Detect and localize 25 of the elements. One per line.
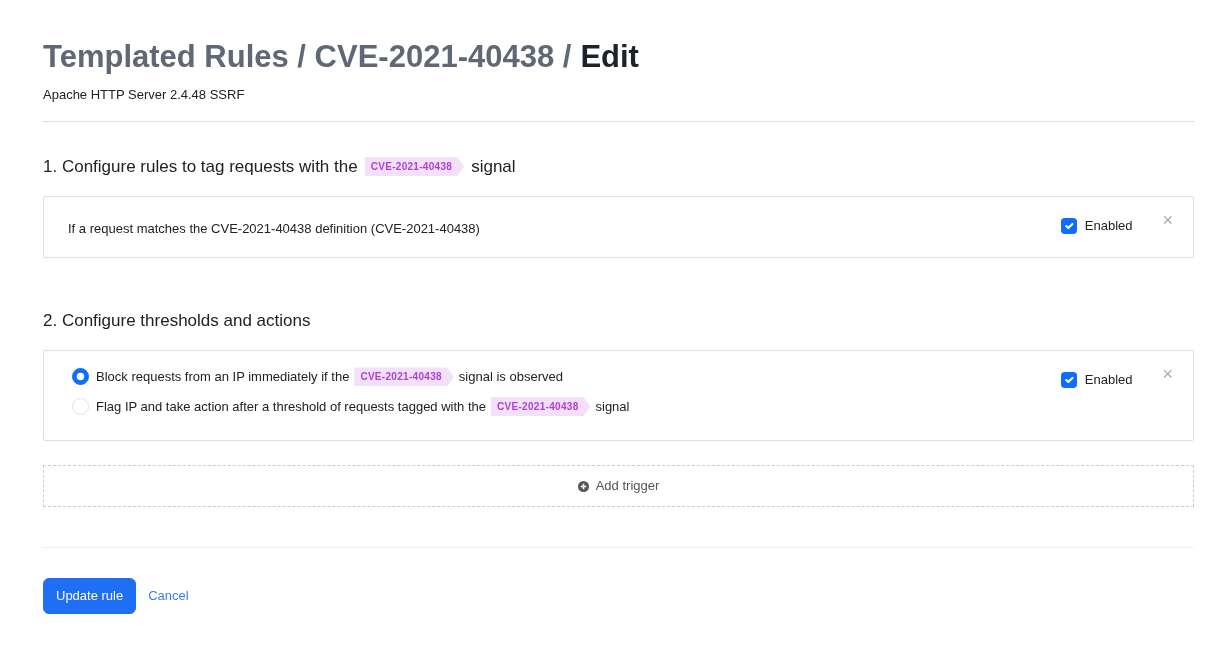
label-text: 2. Configure thresholds and actions — [43, 309, 311, 332]
close-button[interactable]: × — [1162, 365, 1173, 384]
add-trigger-button[interactable]: Add trigger — [43, 465, 1194, 508]
close-button[interactable]: × — [1162, 211, 1173, 230]
cancel-link[interactable]: Cancel — [148, 586, 189, 606]
label-text: signal is observed — [458, 368, 563, 387]
signal-tag: CVE-2021-40438 — [354, 367, 454, 387]
label-text: signal — [595, 397, 630, 416]
update-rule-button[interactable]: Update rule — [43, 578, 137, 614]
signal-tag: CVE-2021-40438 — [364, 156, 465, 176]
signal-tag: CVE-2021-40438 — [491, 396, 591, 416]
enabled-label: Enabled — [1084, 217, 1133, 236]
label-text: Flag IP and take action after a threshold of requests tagged with the — [96, 397, 486, 416]
enabled-checkbox[interactable] — [1060, 217, 1077, 234]
radio-button[interactable] — [72, 368, 89, 386]
plus-circle-icon — [577, 480, 589, 492]
label-text: 1. Configure rules to tag requests with the — [43, 155, 358, 178]
label-text: signal — [471, 155, 516, 178]
subtitle: Apache HTTP Server 2.4.48 SSRF — [43, 86, 246, 105]
label-text: Block requests from an IP immediately if the — [96, 368, 350, 387]
breadcrumb-link[interactable]: Templated Rules / CVE-2021-40438 / — [43, 38, 572, 76]
page-title: Edit — [580, 38, 639, 76]
enabled-label: Enabled — [1084, 371, 1133, 390]
rule-description: If a request matches the CVE-2021-40438 definition (CVE-2021-40438) — [68, 220, 481, 239]
enabled-checkbox[interactable] — [1060, 371, 1077, 388]
